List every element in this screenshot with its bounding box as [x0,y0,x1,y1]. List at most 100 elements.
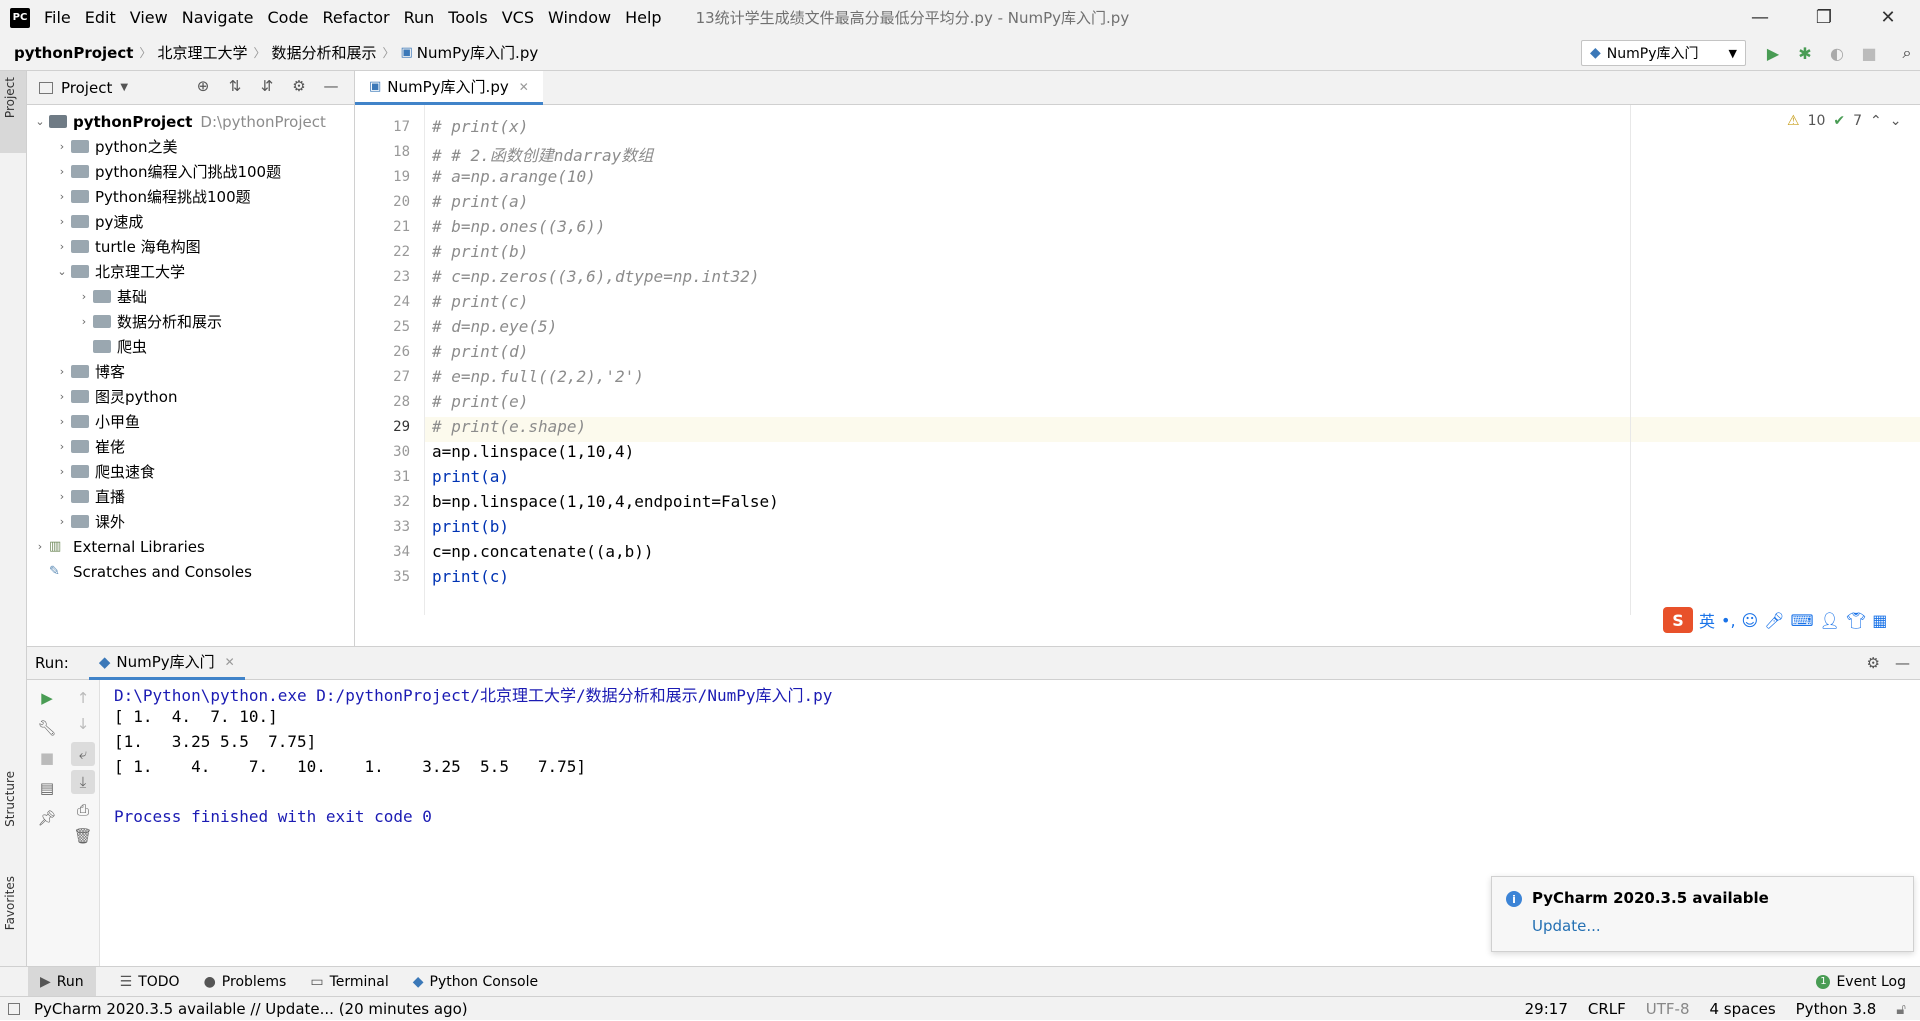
trash-icon[interactable]: 🗑︎ [71,824,95,848]
breadcrumb-folder-2[interactable]: 数据分析和展示 [271,42,376,63]
breadcrumb-project[interactable]: pythonProject [14,44,133,62]
chevron-right-icon[interactable]: › [31,540,49,553]
indent-setting[interactable]: 4 spaces [1710,1000,1776,1018]
lock-icon[interactable]: 🔓︎ [1896,1000,1906,1018]
expand-all-icon[interactable]: ⇅ [219,77,251,95]
print-icon[interactable]: ⎙ [71,798,95,822]
chevron-right-icon[interactable]: › [53,490,71,503]
problems-tool-button[interactable]: ● Problems [204,974,287,990]
ime-language-label[interactable]: 英 [1699,608,1715,632]
sogou-logo-icon[interactable]: S [1663,607,1693,633]
event-log-button[interactable]: 1 Event Log [1816,974,1906,990]
menu-code[interactable]: Code [268,8,309,27]
status-message[interactable]: PyCharm 2020.3.5 available // Update... … [34,1000,468,1018]
tree-scratches[interactable]: ✎ Scratches and Consoles [31,559,252,584]
tree-item[interactable]: › 图灵python [53,384,178,409]
tree-item[interactable]: ⌄ 北京理工大学 [53,259,185,284]
python-interpreter[interactable]: Python 3.8 [1796,1000,1877,1018]
menu-edit[interactable]: Edit [85,8,116,27]
coverage-icon[interactable]: ◐ [1821,40,1853,66]
menu-tools[interactable]: Tools [448,8,487,27]
debug-icon[interactable]: ✱ [1789,40,1821,66]
chevron-down-icon[interactable]: ⌄ [31,115,49,128]
stop-icon[interactable]: ■ [35,746,59,770]
run-icon[interactable]: ▶ [1757,40,1789,66]
menu-vcs[interactable]: VCS [502,8,534,27]
tree-item[interactable]: › 直播 [53,484,125,509]
run-configuration-select[interactable]: ◆ NumPy库入门 ▼ [1581,40,1746,66]
menu-refactor[interactable]: Refactor [322,8,389,27]
punctuation-icon[interactable]: •, [1721,611,1736,630]
menu-view[interactable]: View [130,8,168,27]
layout-icon[interactable]: ▤ [35,776,59,800]
tree-item[interactable]: › 数据分析和展示 [75,309,222,334]
collapse-all-icon[interactable]: ⇵ [251,77,283,95]
menu-file[interactable]: File [44,8,71,27]
arrow-up-icon[interactable]: ↑ [71,686,95,710]
restore-icon[interactable]: ❐ [1792,0,1856,35]
breadcrumb-file[interactable]: NumPy库入门.py [417,42,538,63]
tree-item[interactable]: 爬虫 [75,334,147,359]
line-separator[interactable]: CRLF [1588,1000,1626,1018]
inspection-widget[interactable]: ⚠ 10 ✔ 7 ⌃ ⌄ [1787,113,1910,129]
chevron-right-icon[interactable]: › [53,165,71,178]
user-icon[interactable]: 👤︎ [1820,611,1840,630]
search-icon[interactable]: ⌕ [1891,40,1920,66]
gear-icon[interactable]: ⚙ [1867,654,1880,672]
tree-item[interactable]: › turtle 海龟构图 [53,234,201,259]
chevron-right-icon[interactable]: › [53,415,71,428]
tree-item[interactable]: › py速成 [53,209,144,234]
tree-item[interactable]: › 爬虫速食 [53,459,155,484]
chevron-right-icon[interactable]: › [75,290,93,303]
emoji-icon[interactable]: ☺ [1742,611,1759,630]
chevron-right-icon[interactable]: › [53,140,71,153]
chevron-right-icon[interactable]: › [53,465,71,478]
wrench-icon[interactable]: 🔧︎ [35,716,59,740]
todo-tool-button[interactable]: ☰ TODO [120,974,180,990]
chevron-right-icon[interactable]: › [53,240,71,253]
caret-position[interactable]: 29:17 [1525,1000,1568,1018]
microphone-icon[interactable]: 🎤︎ [1764,611,1784,630]
rerun-icon[interactable]: ▶ [35,686,59,710]
chevron-right-icon[interactable]: › [53,440,71,453]
chevron-up-icon[interactable]: ⌃ [1870,113,1882,129]
close-icon[interactable]: ✕ [519,80,529,94]
close-icon[interactable]: ✕ [225,655,235,669]
structure-tool-tab[interactable]: Structure [3,771,17,827]
chevron-right-icon[interactable]: › [53,390,71,403]
python-console-tool-button[interactable]: ◆ Python Console [413,974,538,990]
chevron-right-icon[interactable]: › [53,365,71,378]
soft-wrap-icon[interactable]: ⤶ [71,742,95,766]
tree-item[interactable]: › 博客 [53,359,125,384]
menu-help[interactable]: Help [625,8,661,27]
chevron-down-icon[interactable]: ▼ [120,82,128,93]
favorites-tool-tab[interactable]: Favorites [3,876,17,930]
file-encoding[interactable]: UTF-8 [1646,1000,1690,1018]
chevron-down-icon[interactable]: ⌄ [1890,113,1902,129]
hide-icon[interactable]: — [315,77,347,95]
terminal-tool-button[interactable]: ▭ Terminal [310,974,388,990]
tree-item[interactable]: › Python编程挑战100题 [53,184,251,209]
arrow-down-icon[interactable]: ↓ [71,712,95,736]
menu-run[interactable]: Run [404,8,435,27]
status-toggle-icon[interactable] [8,1002,20,1015]
tree-item[interactable]: › 崔佬 [53,434,125,459]
locate-icon[interactable]: ⊕ [187,77,219,95]
run-tool-button[interactable]: ▶ Run [28,966,96,997]
chevron-down-icon[interactable]: ⌄ [53,265,71,278]
close-icon[interactable]: ✕ [1856,0,1920,35]
chevron-right-icon[interactable]: › [53,515,71,528]
tree-item[interactable]: › 课外 [53,509,125,534]
code-editor[interactable]: # print(x) # # 2.函数创建ndarray数组 # a=np.ar… [425,105,1920,615]
tree-root[interactable]: ⌄ pythonProject D:\pythonProject [31,109,325,134]
run-tab[interactable]: ◆ NumPy库入门 ✕ [88,646,245,680]
tree-item[interactable]: › python之美 [53,134,178,159]
gear-icon[interactable]: ⚙ [283,77,315,95]
project-tool-tab[interactable]: Project [3,77,17,118]
keyboard-icon[interactable]: ⌨ [1791,611,1814,630]
chevron-right-icon[interactable]: › [53,215,71,228]
project-view-select[interactable]: Project [61,79,112,97]
breadcrumb-folder-1[interactable]: 北京理工大学 [157,42,247,63]
pin-icon[interactable]: 📌︎ [35,806,59,830]
tree-external-libraries[interactable]: › ▥ External Libraries [31,534,205,559]
